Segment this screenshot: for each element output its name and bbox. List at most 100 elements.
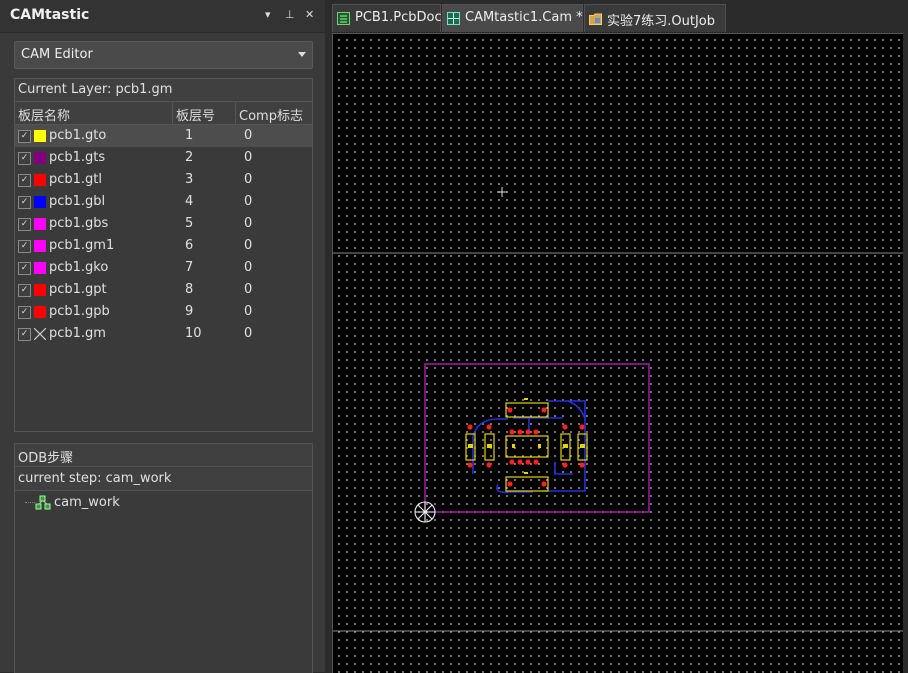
- layer-comp: 0: [244, 172, 253, 187]
- layer-color-swatch[interactable]: [34, 262, 46, 274]
- editor-mode-dropdown[interactable]: CAM Editor: [14, 41, 313, 69]
- panel-title: CAMtastic: [10, 7, 90, 23]
- camtastic-panel: CAMtastic ▾ ⊥ ✕ CAM Editor Current Layer…: [0, 0, 325, 673]
- column-divider[interactable]: [172, 102, 173, 124]
- close-icon[interactable]: ✕: [305, 8, 314, 21]
- layer-comp: 0: [244, 282, 253, 297]
- chevron-down-icon: [298, 52, 306, 57]
- panel-splitter[interactable]: [325, 0, 332, 672]
- layer-color-swatch[interactable]: [34, 306, 46, 318]
- layer-rows: ✓ pcb1.gto 1 0 ✓ pcb1.gts 2 0 ✓ pcb1.gtl…: [15, 125, 312, 345]
- layer-row[interactable]: ✓ pcb1.gtl 3 0: [15, 169, 312, 191]
- layer-color-swatch[interactable]: [34, 240, 46, 252]
- origin-marker-icon: [414, 501, 436, 523]
- layer-color-swatch[interactable]: [34, 218, 46, 230]
- cam-doc-icon: [447, 12, 460, 25]
- layer-color-swatch[interactable]: [34, 284, 46, 296]
- checkbox-checked[interactable]: ✓: [18, 284, 31, 297]
- layer-number: 7: [185, 260, 194, 275]
- layer-row[interactable]: ✓ pcb1.gto 1 0: [15, 125, 312, 147]
- layer-number: 5: [185, 216, 194, 231]
- dropdown-value: CAM Editor: [21, 47, 93, 62]
- layer-comp: 0: [244, 128, 253, 143]
- odb-header: ODB步骤: [15, 444, 312, 467]
- tab-label: PCB1.PcbDoc: [355, 10, 442, 25]
- checkbox-checked[interactable]: ✓: [18, 196, 31, 209]
- layer-comp: 0: [244, 150, 253, 165]
- odb-current-step: current step: cam_work: [15, 468, 312, 491]
- checkbox-checked[interactable]: ✓: [18, 262, 31, 275]
- checkbox-checked[interactable]: ✓: [18, 306, 31, 319]
- column-layer-name[interactable]: 板层名称: [18, 105, 70, 124]
- pcb-drawing: [333, 187, 903, 632]
- layer-color-swatch[interactable]: [34, 174, 46, 186]
- layer-number: 9: [185, 304, 194, 319]
- checkbox-checked[interactable]: ✓: [18, 328, 31, 341]
- layer-row[interactable]: ✓ pcb1.gko 7 0: [15, 257, 312, 279]
- tab-label: CAMtastic1.Cam *: [465, 10, 583, 25]
- layer-comp: 0: [244, 216, 253, 231]
- layer-comp: 0: [244, 194, 253, 209]
- layer-color-swatch[interactable]: [34, 196, 46, 208]
- checkbox-checked[interactable]: ✓: [18, 152, 31, 165]
- odb-item-label: cam_work: [54, 495, 120, 510]
- layer-comp: 0: [244, 260, 253, 275]
- checkbox-checked[interactable]: ✓: [18, 240, 31, 253]
- layer-name: pcb1.gpt: [49, 282, 107, 297]
- layer-name: pcb1.gpb: [49, 304, 110, 319]
- layer-comp: 0: [244, 304, 253, 319]
- current-layer-header: Current Layer: pcb1.gm: [15, 79, 312, 102]
- layer-row[interactable]: ✓ pcb1.gm 10 0: [15, 323, 312, 345]
- layer-number: 6: [185, 238, 194, 253]
- odb-header-label: ODB步骤: [18, 451, 74, 466]
- document-tab-bar: PCB1.PcbDoc CAMtastic1.Cam * 实验7练习.OutJo…: [332, 0, 908, 32]
- checkbox-checked[interactable]: ✓: [18, 130, 31, 143]
- panel-title-bar: CAMtastic ▾ ⊥ ✕: [0, 0, 325, 33]
- outjob-icon: [589, 12, 602, 25]
- layer-number: 2: [185, 150, 194, 165]
- layer-columns-header: 板层名称 板层号 Comp标志: [15, 102, 312, 125]
- layer-row[interactable]: ✓ pcb1.gpb 9 0: [15, 301, 312, 323]
- layers-panel: Current Layer: pcb1.gm 板层名称 板层号 Comp标志 ✓…: [14, 78, 313, 432]
- layer-name: pcb1.gbs: [49, 216, 109, 231]
- layer-name: pcb1.gko: [49, 260, 109, 275]
- crosshair-cursor-icon: [497, 187, 507, 197]
- pin-icon[interactable]: ⊥: [285, 8, 295, 21]
- tab-cam-doc[interactable]: CAMtastic1.Cam *: [442, 4, 583, 32]
- checkbox-checked[interactable]: ✓: [18, 174, 31, 187]
- layer-row[interactable]: ✓ pcb1.gm1 6 0: [15, 235, 312, 257]
- layer-name: pcb1.gto: [49, 128, 107, 143]
- layer-row[interactable]: ✓ pcb1.gts 2 0: [15, 147, 312, 169]
- layer-row[interactable]: ✓ pcb1.gpt 8 0: [15, 279, 312, 301]
- board-outline: [424, 363, 650, 513]
- tab-outjob[interactable]: 实验7练习.OutJob: [584, 4, 726, 32]
- column-comp-flag[interactable]: Comp标志: [239, 105, 303, 124]
- layer-name: pcb1.gm: [49, 326, 106, 341]
- no-color-icon[interactable]: [34, 328, 46, 340]
- layer-comp: 0: [244, 238, 253, 253]
- cam-canvas[interactable]: [332, 33, 903, 673]
- tab-pcb-doc[interactable]: PCB1.PcbDoc: [332, 4, 442, 32]
- pcb-doc-icon: [337, 12, 350, 25]
- layer-number: 4: [185, 194, 194, 209]
- panel-menu-icon[interactable]: ▾: [265, 8, 271, 21]
- current-step-label: current step: cam_work: [18, 471, 172, 486]
- column-divider[interactable]: [235, 102, 236, 124]
- layer-color-swatch[interactable]: [34, 152, 46, 164]
- checkbox-checked[interactable]: ✓: [18, 218, 31, 231]
- column-layer-number[interactable]: 板层号: [176, 105, 215, 124]
- silkscreen-components: [465, 402, 588, 492]
- layer-name: pcb1.gm1: [49, 238, 115, 253]
- layer-color-swatch[interactable]: [34, 130, 46, 142]
- layer-name: pcb1.gbl: [49, 194, 106, 209]
- odb-steps-panel: ODB步骤 current step: cam_work cam_work: [14, 443, 313, 673]
- layer-comp: 0: [244, 326, 253, 341]
- layer-number: 1: [185, 128, 194, 143]
- layer-name: pcb1.gtl: [49, 172, 103, 187]
- layer-row[interactable]: ✓ pcb1.gbl 4 0: [15, 191, 312, 213]
- layer-number: 8: [185, 282, 194, 297]
- layer-row[interactable]: ✓ pcb1.gbs 5 0: [15, 213, 312, 235]
- layer-name: pcb1.gts: [49, 150, 106, 165]
- tab-label: 实验7练习.OutJob: [607, 14, 716, 29]
- layer-number: 3: [185, 172, 194, 187]
